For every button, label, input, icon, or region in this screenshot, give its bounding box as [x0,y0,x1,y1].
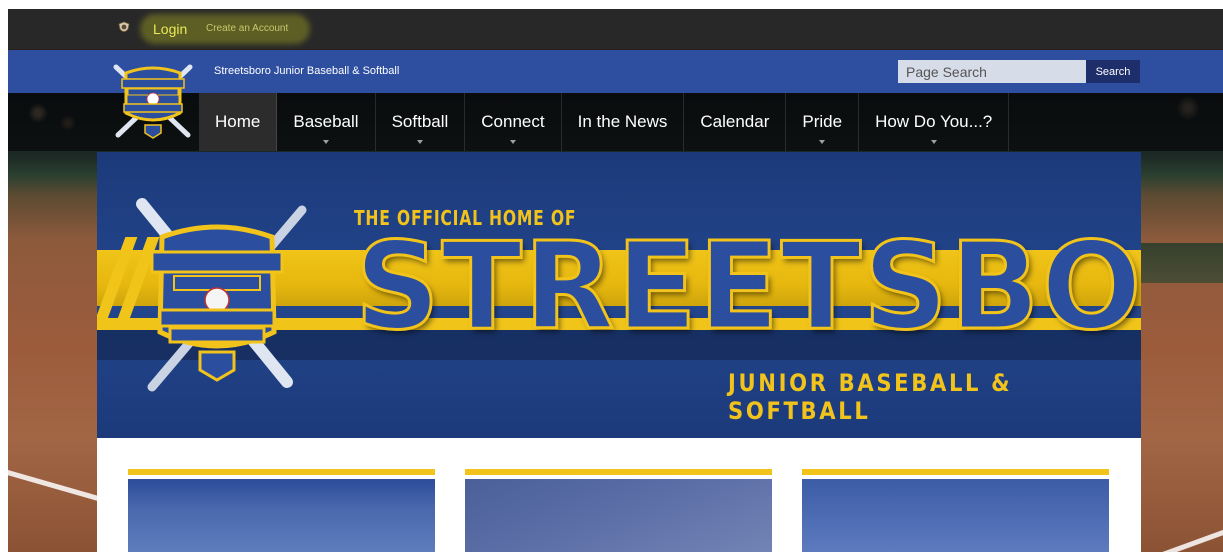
dropdown-caret-icon [509,140,516,144]
nav-item-pride[interactable]: Pride [786,93,860,151]
nav-item-label: In the News [577,112,668,131]
feature-card-2[interactable] [465,469,772,552]
site-logo[interactable] [108,53,198,145]
nav-item-how-do-you[interactable]: How Do You...? [859,93,1010,151]
feature-card-1[interactable] [128,469,435,552]
nav-item-label: Home [215,112,261,131]
outfield-grass [1140,243,1223,283]
search-button[interactable]: Search [1086,60,1140,83]
dropdown-caret-icon [930,140,937,144]
streetsboro-crest-logo [136,198,307,392]
chalk-line-right [1135,520,1223,552]
card-image [465,479,772,552]
feature-card-3[interactable] [802,469,1109,552]
page-search-input[interactable] [898,60,1086,83]
nav-item-softball[interactable]: Softball [376,93,466,151]
hero-title: STREETSBORO [354,218,1141,357]
hero-banner: THE OFFICIAL HOME OF STREETSBORO JUNIOR … [97,152,1141,438]
dropdown-caret-icon [322,140,329,144]
browser-viewport: Login Create an Account Streetsboro Juni… [8,9,1223,552]
nav-item-label: Softball [391,112,449,131]
nav-item-label: Calendar [700,112,770,131]
card-image [128,479,435,552]
nav-item-connect[interactable]: Connect [465,93,562,151]
login-link[interactable]: Login [153,21,187,37]
nav-item-label: Connect [481,112,545,131]
nav-item-calendar[interactable]: Calendar [684,93,787,151]
site-mini-logo-icon[interactable] [116,20,132,36]
dropdown-caret-icon [416,140,423,144]
nav-item-label: Pride [802,112,843,131]
nav-item-home[interactable]: Home [199,93,278,151]
nav-menu: Home Baseball Softball Connect In the Ne… [199,93,1010,151]
nav-item-in-the-news[interactable]: In the News [562,93,685,151]
nav-item-label: Baseball [293,112,359,131]
site-name-link[interactable]: Streetsboro Junior Baseball & Softball [214,65,399,77]
hero-subtitle: JUNIOR BASEBALL & SOFTBALL [728,369,1013,425]
dropdown-caret-icon [819,140,826,144]
nav-item-label: How Do You...? [875,112,993,131]
utility-bar: Login Create an Account [8,9,1223,49]
card-image [802,479,1109,552]
create-account-link[interactable]: Create an Account [206,23,288,34]
content-area [97,438,1141,552]
nav-item-baseball[interactable]: Baseball [277,93,376,151]
